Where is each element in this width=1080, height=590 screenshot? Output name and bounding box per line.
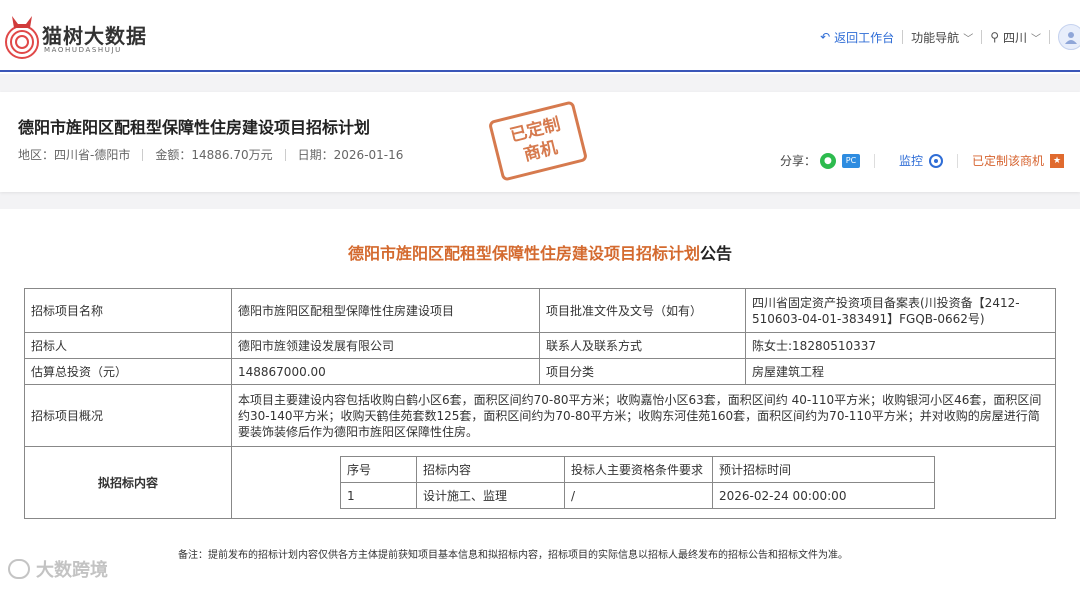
monitor-eye-icon[interactable] xyxy=(928,153,943,168)
function-nav-menu[interactable]: 功能导航 ﹀ xyxy=(903,27,981,47)
footnote: 备注：提前发布的招标计划内容仅供各方主体提前获知项目基本信息和拟招标内容，招标项… xyxy=(178,550,848,561)
logo-cat-icon xyxy=(5,16,39,59)
table-key: 联系人及联系方式 xyxy=(539,332,746,359)
brand-name: 猫树大数据 xyxy=(42,24,147,48)
bid-content-table: 序号 招标内容 投标人主要资格条件要求 预计招标时间 1 设计施工、监理 / 2… xyxy=(340,456,935,509)
project-header: 德阳市旌阳区配租型保障性住房建设项目招标计划 地区： 四川省-德阳市 金额： 1… xyxy=(0,92,1080,192)
table-key: 招标人 xyxy=(24,332,232,359)
table-key: 拟招标内容 xyxy=(24,446,232,519)
wechat-share-icon[interactable]: ● xyxy=(819,152,836,169)
inner-header-row: 序号 招标内容 投标人主要资格条件要求 预计招标时间 xyxy=(340,456,935,483)
location-pin-icon: ⚲ xyxy=(990,30,999,44)
meta-divider xyxy=(142,148,144,161)
table-key: 估算总投资（元） xyxy=(24,358,232,385)
announcement-title: 德阳市旌阳区配租型保障性住房建设项目招标计划公告 xyxy=(0,240,1080,264)
table-row: 招标项目概况 本项目主要建设内容包括收购白鹤小区6套，面积区间约70-80平方米… xyxy=(24,384,1056,447)
watermark-chat-icon xyxy=(8,559,30,579)
nav-actions: ↶ 返回工作台 功能导航 ﹀ ⚲ 四川 ﹀ xyxy=(812,22,1080,52)
pc-share-icon[interactable]: PC xyxy=(841,153,860,168)
project-meta: 地区： 四川省-德阳市 金额： 14886.70万元 日期： 2026-01-1… xyxy=(18,146,403,163)
action-divider xyxy=(956,153,958,168)
region-selector[interactable]: ⚲ 四川 ﹀ xyxy=(982,27,1049,47)
table-value: 房屋建筑工程 xyxy=(745,358,1056,385)
function-nav-label: 功能导航 xyxy=(911,30,960,45)
return-arrow-icon: ↶ xyxy=(820,30,831,44)
announcement-title-main: 德阳市旌阳区配租型保障性住房建设项目招标计划 xyxy=(347,244,700,263)
inner-header: 序号 xyxy=(340,456,417,483)
back-to-workbench-link[interactable]: ↶ 返回工作台 xyxy=(812,27,902,47)
inner-cell: / xyxy=(564,482,713,509)
brand-logo[interactable]: 猫树大数据 MAOHUDASHUJU xyxy=(0,8,150,64)
chevron-down-icon: ﹀ xyxy=(1031,33,1041,45)
table-value: 德阳市旌领建设发展有限公司 xyxy=(231,332,540,359)
amount-meta-label: 金额： xyxy=(155,148,192,162)
date-meta-label: 日期： xyxy=(297,148,334,162)
customized-stamp: 已定制 商机 xyxy=(487,100,589,182)
inner-cell: 设计施工、监理 xyxy=(416,482,565,509)
watermark-text: 大数跨境 xyxy=(36,560,108,581)
table-value: 四川省固定资产投资项目备案表(川投资备【2412-510603-04-01-38… xyxy=(745,288,1056,333)
region-meta-label: 地区： xyxy=(18,148,55,162)
user-icon xyxy=(1065,32,1077,44)
chevron-down-icon: ﹀ xyxy=(963,33,974,45)
table-value: 德阳市旌阳区配租型保障性住房建设项目 xyxy=(231,288,540,333)
amount-meta-value: 14886.70万元 xyxy=(191,148,273,162)
table-value: 本项目主要建设内容包括收购白鹤小区6套，面积区间约70-80平方米；收购嘉怡小区… xyxy=(231,384,1056,447)
action-divider xyxy=(873,153,875,168)
meta-divider xyxy=(284,148,286,161)
inner-header: 预计招标时间 xyxy=(712,456,935,483)
user-avatar[interactable] xyxy=(1058,24,1080,50)
inner-header: 招标内容 xyxy=(416,456,565,483)
announcement-title-suffix: 公告 xyxy=(700,244,733,263)
project-title: 德阳市旌阳区配租型保障性住房建设项目招标计划 xyxy=(18,118,371,137)
bookmark-flag-icon[interactable]: ★ xyxy=(1050,153,1064,168)
table-key: 招标项目概况 xyxy=(24,384,232,447)
brand-subtitle: MAOHUDASHUJU xyxy=(44,46,122,54)
table-key: 招标项目名称 xyxy=(24,288,232,333)
table-value: 序号 招标内容 投标人主要资格条件要求 预计招标时间 1 设计施工、监理 / 2… xyxy=(231,446,1056,519)
project-actions: 分享： ● PC 监控 已定制该商机 ★ xyxy=(780,152,1064,169)
tender-plan-table: 招标项目名称 德阳市旌阳区配租型保障性住房建设项目 项目批准文件及文号（如有） … xyxy=(24,288,1056,519)
top-navbar: 猫树大数据 MAOHUDASHUJU ↶ 返回工作台 功能导航 ﹀ ⚲ 四川 ﹀ xyxy=(0,0,1080,72)
inner-header: 投标人主要资格条件要求 xyxy=(564,456,713,483)
table-row: 拟招标内容 序号 招标内容 投标人主要资格条件要求 预计招标时间 1 设计施工、… xyxy=(24,446,1056,519)
monitor-button[interactable]: 监控 xyxy=(899,152,923,169)
share-label: 分享： xyxy=(779,154,816,168)
customized-opportunity-button[interactable]: 已定制该商机 xyxy=(972,152,1044,169)
date-meta-value: 2026-01-16 xyxy=(333,147,404,162)
back-label: 返回工作台 xyxy=(834,30,895,45)
region-label: 四川 xyxy=(1002,30,1027,45)
table-row: 估算总投资（元） 148867000.00 项目分类 房屋建筑工程 xyxy=(24,358,1056,385)
table-key: 项目批准文件及文号（如有） xyxy=(539,288,746,333)
watermark: 大数跨境 xyxy=(8,556,108,582)
table-value: 148867000.00 xyxy=(231,358,540,385)
table-row: 招标项目名称 德阳市旌阳区配租型保障性住房建设项目 项目批准文件及文号（如有） … xyxy=(24,288,1056,333)
nav-divider xyxy=(1049,30,1050,44)
table-value: 陈女士:18280510337 xyxy=(745,332,1056,359)
region-meta-value: 四川省-德阳市 xyxy=(54,148,131,162)
inner-data-row: 1 设计施工、监理 / 2026-02-24 00:00:00 xyxy=(340,482,935,509)
inner-cell: 2026-02-24 00:00:00 xyxy=(712,482,935,509)
table-key: 项目分类 xyxy=(539,358,746,385)
inner-cell: 1 xyxy=(340,482,417,509)
table-row: 招标人 德阳市旌领建设发展有限公司 联系人及联系方式 陈女士:182805103… xyxy=(24,332,1056,359)
